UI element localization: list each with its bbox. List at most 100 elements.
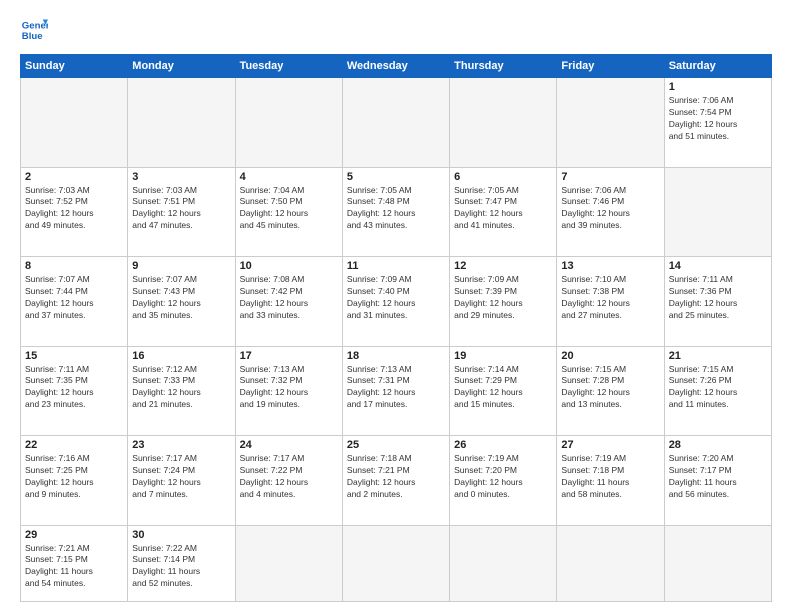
day-number: 18	[347, 350, 445, 362]
day-number: 8	[25, 260, 123, 272]
day-number: 2	[25, 171, 123, 183]
calendar-cell	[235, 78, 342, 168]
day-number: 17	[240, 350, 338, 362]
calendar-week-row: 22Sunrise: 7:16 AM Sunset: 7:25 PM Dayli…	[21, 436, 772, 526]
day-number: 21	[669, 350, 767, 362]
day-number: 3	[132, 171, 230, 183]
day-number: 20	[561, 350, 659, 362]
calendar-cell	[342, 78, 449, 168]
day-number: 14	[669, 260, 767, 272]
day-detail: Sunrise: 7:03 AM Sunset: 7:51 PM Dayligh…	[132, 185, 230, 233]
day-number: 9	[132, 260, 230, 272]
day-detail: Sunrise: 7:19 AM Sunset: 7:18 PM Dayligh…	[561, 453, 659, 501]
calendar-week-row: 2Sunrise: 7:03 AM Sunset: 7:52 PM Daylig…	[21, 167, 772, 257]
calendar-cell: 13 Sunrise: 7:10 AM Sunset: 7:38 PM Dayli…	[557, 257, 664, 347]
calendar-header-wednesday: Wednesday	[342, 55, 449, 78]
calendar-cell: 27 Sunrise: 7:19 AM Sunset: 7:18 PM Dayli…	[557, 436, 664, 526]
calendar-header-sunday: Sunday	[21, 55, 128, 78]
day-number: 27	[561, 439, 659, 451]
calendar-cell: 28 Sunrise: 7:20 AM Sunset: 7:17 PM Dayli…	[664, 436, 771, 526]
calendar-cell: 19 Sunrise: 7:14 AM Sunset: 7:29 PM Dayli…	[450, 346, 557, 436]
day-detail: Sunrise: 7:05 AM Sunset: 7:48 PM Dayligh…	[347, 185, 445, 233]
day-detail: Sunrise: 7:18 AM Sunset: 7:21 PM Dayligh…	[347, 453, 445, 501]
calendar-week-row: 29 Sunrise: 7:21 AM Sunset: 7:15 PM Dayli…	[21, 525, 772, 601]
day-detail: Sunrise: 7:09 AM Sunset: 7:40 PM Dayligh…	[347, 274, 445, 322]
day-detail: Sunrise: 7:16 AM Sunset: 7:25 PM Dayligh…	[25, 453, 123, 501]
calendar-cell: 9 Sunrise: 7:07 AM Sunset: 7:43 PM Daylig…	[128, 257, 235, 347]
calendar-cell	[235, 525, 342, 601]
day-number: 1	[669, 81, 767, 93]
day-detail: Sunrise: 7:20 AM Sunset: 7:17 PM Dayligh…	[669, 453, 767, 501]
calendar-cell	[128, 78, 235, 168]
calendar-cell: 25 Sunrise: 7:18 AM Sunset: 7:21 PM Dayli…	[342, 436, 449, 526]
day-detail: Sunrise: 7:15 AM Sunset: 7:26 PM Dayligh…	[669, 364, 767, 412]
calendar-cell: 7 Sunrise: 7:06 AM Sunset: 7:46 PM Daylig…	[557, 167, 664, 257]
day-number: 25	[347, 439, 445, 451]
day-number: 16	[132, 350, 230, 362]
calendar-cell	[21, 78, 128, 168]
calendar-cell	[450, 78, 557, 168]
calendar-cell	[557, 78, 664, 168]
calendar-header-monday: Monday	[128, 55, 235, 78]
calendar-header-friday: Friday	[557, 55, 664, 78]
day-detail: Sunrise: 7:13 AM Sunset: 7:32 PM Dayligh…	[240, 364, 338, 412]
day-detail: Sunrise: 7:22 AM Sunset: 7:14 PM Dayligh…	[132, 543, 230, 591]
day-number: 29	[25, 529, 123, 541]
calendar-cell: 18Sunrise: 7:13 AM Sunset: 7:31 PM Dayli…	[342, 346, 449, 436]
calendar-cell: 20 Sunrise: 7:15 AM Sunset: 7:28 PM Dayli…	[557, 346, 664, 436]
calendar-cell: 5 Sunrise: 7:05 AM Sunset: 7:48 PM Daylig…	[342, 167, 449, 257]
calendar-week-row: 8 Sunrise: 7:07 AM Sunset: 7:44 PM Daylig…	[21, 257, 772, 347]
calendar-cell: 24Sunrise: 7:17 AM Sunset: 7:22 PM Dayli…	[235, 436, 342, 526]
svg-text:Blue: Blue	[22, 31, 43, 42]
calendar-cell	[664, 525, 771, 601]
calendar-cell	[557, 525, 664, 601]
day-detail: Sunrise: 7:04 AM Sunset: 7:50 PM Dayligh…	[240, 185, 338, 233]
day-number: 23	[132, 439, 230, 451]
day-number: 19	[454, 350, 552, 362]
day-detail: Sunrise: 7:07 AM Sunset: 7:44 PM Dayligh…	[25, 274, 123, 322]
calendar-cell: 6 Sunrise: 7:05 AM Sunset: 7:47 PM Daylig…	[450, 167, 557, 257]
calendar-cell: 17 Sunrise: 7:13 AM Sunset: 7:32 PM Dayli…	[235, 346, 342, 436]
day-detail: Sunrise: 7:15 AM Sunset: 7:28 PM Dayligh…	[561, 364, 659, 412]
day-detail: Sunrise: 7:14 AM Sunset: 7:29 PM Dayligh…	[454, 364, 552, 412]
calendar-cell: 1 Sunrise: 7:06 AM Sunset: 7:54 PM Daylig…	[664, 78, 771, 168]
calendar-cell: 16 Sunrise: 7:12 AM Sunset: 7:33 PM Dayli…	[128, 346, 235, 436]
calendar-cell: 21 Sunrise: 7:15 AM Sunset: 7:26 PM Dayli…	[664, 346, 771, 436]
day-detail: Sunrise: 7:11 AM Sunset: 7:36 PM Dayligh…	[669, 274, 767, 322]
calendar-cell: 23Sunrise: 7:17 AM Sunset: 7:24 PM Dayli…	[128, 436, 235, 526]
day-number: 13	[561, 260, 659, 272]
header: General Blue	[20, 16, 772, 44]
day-detail: Sunrise: 7:21 AM Sunset: 7:15 PM Dayligh…	[25, 543, 123, 591]
day-number: 7	[561, 171, 659, 183]
day-detail: Sunrise: 7:05 AM Sunset: 7:47 PM Dayligh…	[454, 185, 552, 233]
day-number: 5	[347, 171, 445, 183]
day-detail: Sunrise: 7:07 AM Sunset: 7:43 PM Dayligh…	[132, 274, 230, 322]
day-detail: Sunrise: 7:12 AM Sunset: 7:33 PM Dayligh…	[132, 364, 230, 412]
day-detail: Sunrise: 7:10 AM Sunset: 7:38 PM Dayligh…	[561, 274, 659, 322]
day-number: 12	[454, 260, 552, 272]
calendar-header-saturday: Saturday	[664, 55, 771, 78]
day-number: 15	[25, 350, 123, 362]
calendar-cell: 14 Sunrise: 7:11 AM Sunset: 7:36 PM Dayli…	[664, 257, 771, 347]
logo: General Blue	[20, 16, 48, 44]
calendar-cell: 3 Sunrise: 7:03 AM Sunset: 7:51 PM Daylig…	[128, 167, 235, 257]
day-detail: Sunrise: 7:09 AM Sunset: 7:39 PM Dayligh…	[454, 274, 552, 322]
day-number: 10	[240, 260, 338, 272]
day-detail: Sunrise: 7:06 AM Sunset: 7:46 PM Dayligh…	[561, 185, 659, 233]
calendar-cell	[664, 167, 771, 257]
day-number: 28	[669, 439, 767, 451]
day-detail: Sunrise: 7:17 AM Sunset: 7:22 PM Dayligh…	[240, 453, 338, 501]
calendar-cell: 22Sunrise: 7:16 AM Sunset: 7:25 PM Dayli…	[21, 436, 128, 526]
calendar-cell: 30 Sunrise: 7:22 AM Sunset: 7:14 PM Dayli…	[128, 525, 235, 601]
calendar-cell: 2Sunrise: 7:03 AM Sunset: 7:52 PM Daylig…	[21, 167, 128, 257]
page: General Blue SundayMondayTuesdayWednesda…	[0, 0, 792, 612]
calendar-cell: 8 Sunrise: 7:07 AM Sunset: 7:44 PM Daylig…	[21, 257, 128, 347]
logo-icon: General Blue	[20, 16, 48, 44]
day-detail: Sunrise: 7:08 AM Sunset: 7:42 PM Dayligh…	[240, 274, 338, 322]
day-number: 30	[132, 529, 230, 541]
calendar-cell: 15Sunrise: 7:11 AM Sunset: 7:35 PM Dayli…	[21, 346, 128, 436]
day-number: 6	[454, 171, 552, 183]
calendar-cell	[342, 525, 449, 601]
calendar-cell: 26Sunrise: 7:19 AM Sunset: 7:20 PM Dayli…	[450, 436, 557, 526]
day-detail: Sunrise: 7:06 AM Sunset: 7:54 PM Dayligh…	[669, 95, 767, 143]
